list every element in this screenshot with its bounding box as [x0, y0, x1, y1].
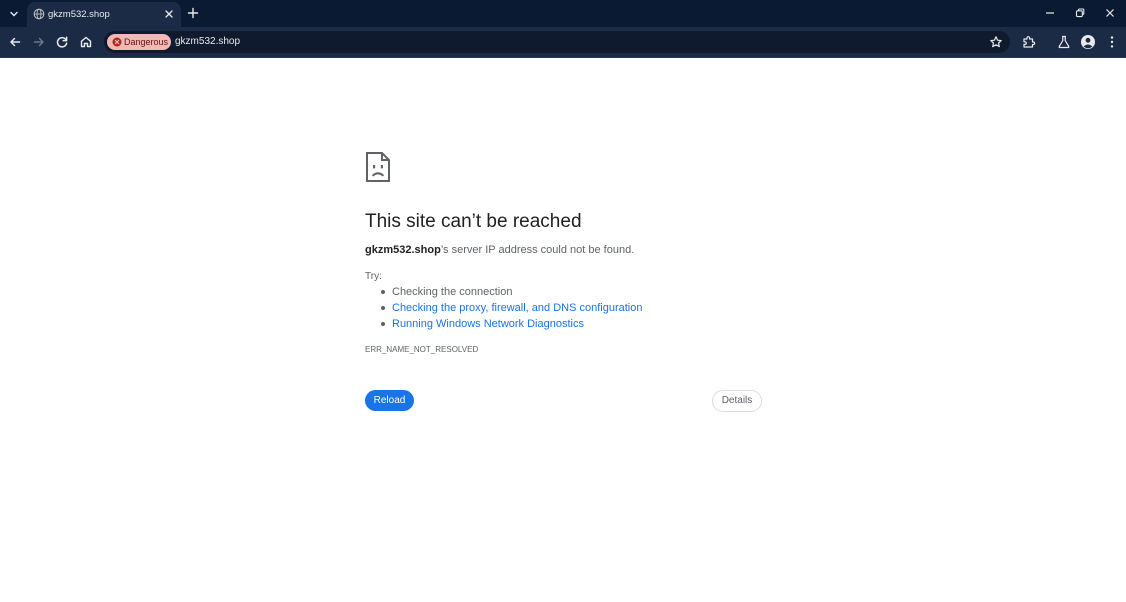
details-button[interactable]: Details — [712, 390, 762, 412]
chevron-down-icon — [10, 11, 18, 17]
globe-icon — [33, 8, 45, 20]
active-tab[interactable]: gkzm532.shop — [27, 2, 181, 27]
minimize-icon[interactable] — [1043, 6, 1057, 20]
arrow-left-icon[interactable] — [7, 34, 23, 50]
reload-icon[interactable] — [54, 34, 70, 50]
security-chip-label: Dangerous — [124, 37, 169, 47]
suggestion-network-diagnostics-link[interactable]: Running Windows Network Diagnostics — [379, 316, 642, 332]
tab-title: gkzm532.shop — [48, 9, 110, 20]
plus-icon[interactable] — [186, 6, 200, 20]
try-label: Try: — [365, 271, 382, 282]
reload-button[interactable]: Reload — [365, 390, 414, 411]
page-title: This site can’t be reached — [365, 211, 582, 232]
url-text[interactable]: gkzm532.shop — [175, 35, 240, 49]
close-icon[interactable] — [163, 8, 175, 20]
error-code: ERR_NAME_NOT_RESOLVED — [365, 345, 479, 354]
sad-document-icon — [366, 152, 390, 182]
flask-icon[interactable] — [1056, 34, 1072, 50]
close-icon[interactable] — [1103, 6, 1117, 20]
error-description-text: ’s server IP address could not be found. — [440, 244, 635, 256]
avatar-icon[interactable] — [1080, 34, 1096, 50]
tab-search-button[interactable] — [4, 4, 24, 24]
puzzle-icon[interactable] — [1021, 34, 1037, 50]
error-host: gkzm532.shop — [365, 244, 441, 256]
suggestion-check-connection: Checking the connection — [379, 284, 642, 300]
error-description: gkzm532.shop’s server IP address could n… — [365, 243, 634, 258]
tab-strip: gkzm532.shop — [0, 0, 1126, 27]
home-icon[interactable] — [78, 34, 94, 50]
arrow-right-icon[interactable] — [31, 34, 47, 50]
kebab-menu-icon[interactable] — [1104, 34, 1120, 50]
address-bar[interactable]: Dangerous gkzm532.shop — [104, 31, 1010, 53]
suggestion-check-proxy-link[interactable]: Checking the proxy, firewall, and DNS co… — [379, 300, 642, 316]
danger-icon — [112, 37, 122, 47]
restore-icon[interactable] — [1073, 6, 1087, 20]
browser-toolbar: Dangerous gkzm532.shop — [0, 27, 1126, 58]
suggestion-list: Checking the connection Checking the pro… — [379, 284, 642, 332]
security-chip[interactable]: Dangerous — [107, 34, 171, 50]
star-icon[interactable] — [989, 35, 1003, 49]
